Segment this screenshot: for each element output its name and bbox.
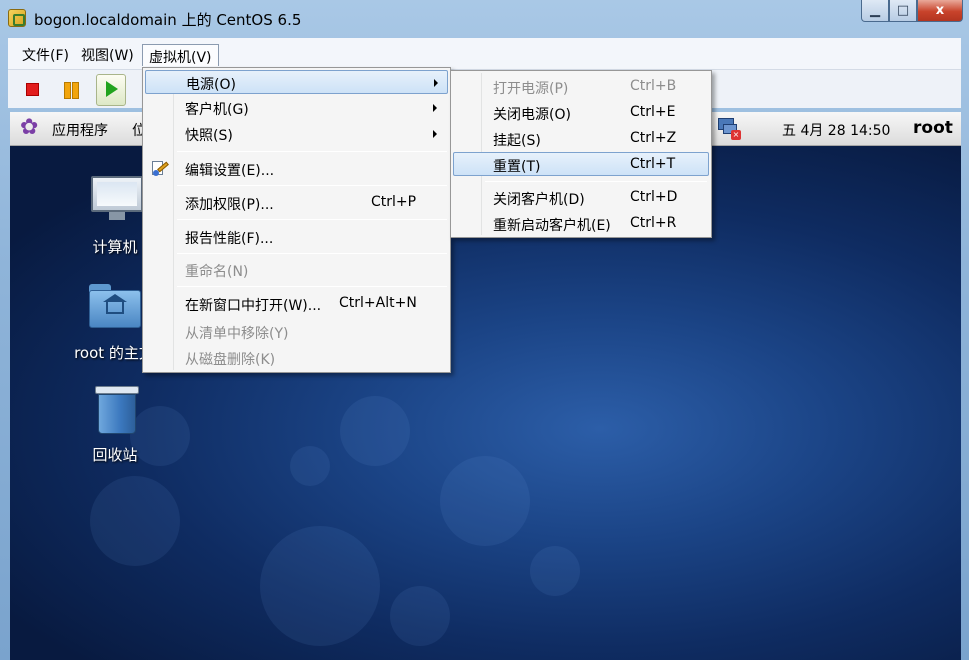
- menu-item-shutdown-guest[interactable]: 关闭客户机(D) Ctrl+D: [453, 186, 709, 210]
- edit-settings-icon: [151, 160, 169, 178]
- minimize-button[interactable]: ▁: [861, 0, 889, 22]
- menu-separator: [177, 253, 447, 254]
- stop-icon: [26, 83, 39, 96]
- window-title: bogon.localdomain 上的 CentOS 6.5: [34, 11, 302, 29]
- window-controls: ▁ □ x: [861, 0, 963, 22]
- menu-item-label: 在新窗口中打开(W)...: [185, 298, 322, 314]
- computer-icon: [91, 176, 143, 220]
- pause-button[interactable]: [56, 76, 84, 104]
- menu-item-rename[interactable]: 重命名(N): [145, 258, 448, 282]
- menu-separator: [177, 286, 447, 287]
- menu-item-open-new-window[interactable]: 在新窗口中打开(W)... Ctrl+Alt+N: [145, 292, 448, 316]
- menu-item-edit-settings[interactable]: 编辑设置(E)...: [145, 157, 448, 181]
- menu-item-suspend[interactable]: 挂起(S) Ctrl+Z: [453, 127, 709, 151]
- app-window: bogon.localdomain 上的 CentOS 6.5 ▁ □ x 文件…: [0, 0, 969, 660]
- menu-item-label: 从清单中移除(Y): [185, 326, 289, 342]
- play-icon: [106, 81, 118, 97]
- menu-item-shortcut: Ctrl+Z: [630, 130, 677, 146]
- menu-separator: [177, 185, 447, 186]
- menu-view[interactable]: 视图(W): [75, 43, 140, 65]
- maximize-button[interactable]: □: [889, 0, 917, 22]
- home-folder-icon: [89, 284, 141, 328]
- menu-item-power-on[interactable]: 打开电源(P) Ctrl+B: [453, 75, 709, 99]
- applications-menu[interactable]: 应用程序: [52, 120, 108, 140]
- desktop-icon-label: 回收站: [92, 446, 138, 464]
- menu-item-shortcut: Ctrl+Alt+N: [339, 295, 417, 311]
- menu-item-label: 添加权限(P)...: [185, 197, 274, 213]
- menu-item-label: 客户机(G): [185, 102, 249, 118]
- clock[interactable]: 五 4月 28 14:50: [782, 120, 890, 140]
- menu-item-shortcut: Ctrl+T: [630, 156, 676, 172]
- menu-bar: 文件(F) 视图(W) 虚拟机(V): [8, 38, 961, 70]
- menu-item-label: 关闭客户机(D): [493, 192, 585, 208]
- menu-item-remove-from-inventory[interactable]: 从清单中移除(Y): [145, 320, 448, 344]
- menu-separator: [177, 219, 447, 220]
- user-menu[interactable]: root: [913, 118, 953, 138]
- menu-item-label: 打开电源(P): [493, 81, 569, 97]
- menu-item-label: 编辑设置(E)...: [185, 163, 275, 179]
- menu-item-shortcut: Ctrl+E: [630, 104, 676, 120]
- title-bar[interactable]: bogon.localdomain 上的 CentOS 6.5 ▁ □ x: [0, 0, 969, 38]
- menu-file[interactable]: 文件(F): [16, 43, 75, 65]
- menu-item-guest[interactable]: 客户机(G): [145, 96, 448, 120]
- pause-icon: [64, 82, 79, 99]
- menu-item-reset[interactable]: 重置(T) Ctrl+T: [453, 152, 709, 176]
- power-submenu: 打开电源(P) Ctrl+B 关闭电源(O) Ctrl+E 挂起(S) Ctrl…: [450, 70, 712, 238]
- maximize-icon: □: [896, 3, 910, 18]
- vsphere-app-icon: [8, 9, 26, 27]
- gnome-foot-icon: [20, 115, 42, 140]
- menu-item-delete-from-disk[interactable]: 从磁盘删除(K): [145, 346, 448, 370]
- menu-item-label: 报告性能(F)...: [185, 231, 274, 247]
- menu-item-power-off[interactable]: 关闭电源(O) Ctrl+E: [453, 101, 709, 125]
- submenu-arrow-icon: [433, 104, 437, 112]
- play-button[interactable]: [96, 74, 126, 106]
- menu-item-label: 重新启动客户机(E): [493, 218, 611, 234]
- close-icon: x: [935, 3, 945, 18]
- trash-icon: [95, 386, 139, 436]
- menu-item-report-performance[interactable]: 报告性能(F)...: [145, 225, 448, 249]
- submenu-arrow-icon: [433, 130, 437, 138]
- menu-separator: [177, 151, 447, 152]
- menu-separator: [485, 181, 707, 182]
- menu-item-shortcut: Ctrl+R: [630, 215, 677, 231]
- menu-item-label: 关闭电源(O): [493, 107, 571, 123]
- submenu-arrow-icon: [434, 79, 438, 87]
- menu-item-label: 快照(S): [185, 128, 233, 144]
- close-button[interactable]: x: [917, 0, 963, 22]
- menu-vm[interactable]: 虚拟机(V): [142, 44, 219, 66]
- network-disconnected-icon[interactable]: ×: [716, 116, 742, 142]
- menu-item-shortcut: Ctrl+D: [630, 189, 678, 205]
- menu-item-label: 电源(O): [186, 77, 236, 93]
- menu-item-label: 挂起(S): [493, 133, 541, 149]
- menu-item-power[interactable]: 电源(O): [145, 70, 448, 94]
- menu-item-label: 从磁盘删除(K): [185, 352, 276, 368]
- menu-item-shortcut: Ctrl+B: [630, 78, 677, 94]
- vm-menu: 电源(O) 客户机(G) 快照(S) 编辑设置(E)... 添加权限(P)...…: [142, 67, 451, 373]
- minimize-icon: ▁: [870, 3, 880, 18]
- menu-item-restart-guest[interactable]: 重新启动客户机(E) Ctrl+R: [453, 212, 709, 236]
- menu-item-label: 重命名(N): [185, 264, 249, 280]
- stop-button[interactable]: [18, 76, 46, 104]
- menu-item-add-permission[interactable]: 添加权限(P)... Ctrl+P: [145, 191, 448, 215]
- menu-item-shortcut: Ctrl+P: [371, 194, 417, 210]
- menu-item-label: 重置(T): [493, 159, 541, 175]
- menu-item-snapshot[interactable]: 快照(S): [145, 122, 448, 146]
